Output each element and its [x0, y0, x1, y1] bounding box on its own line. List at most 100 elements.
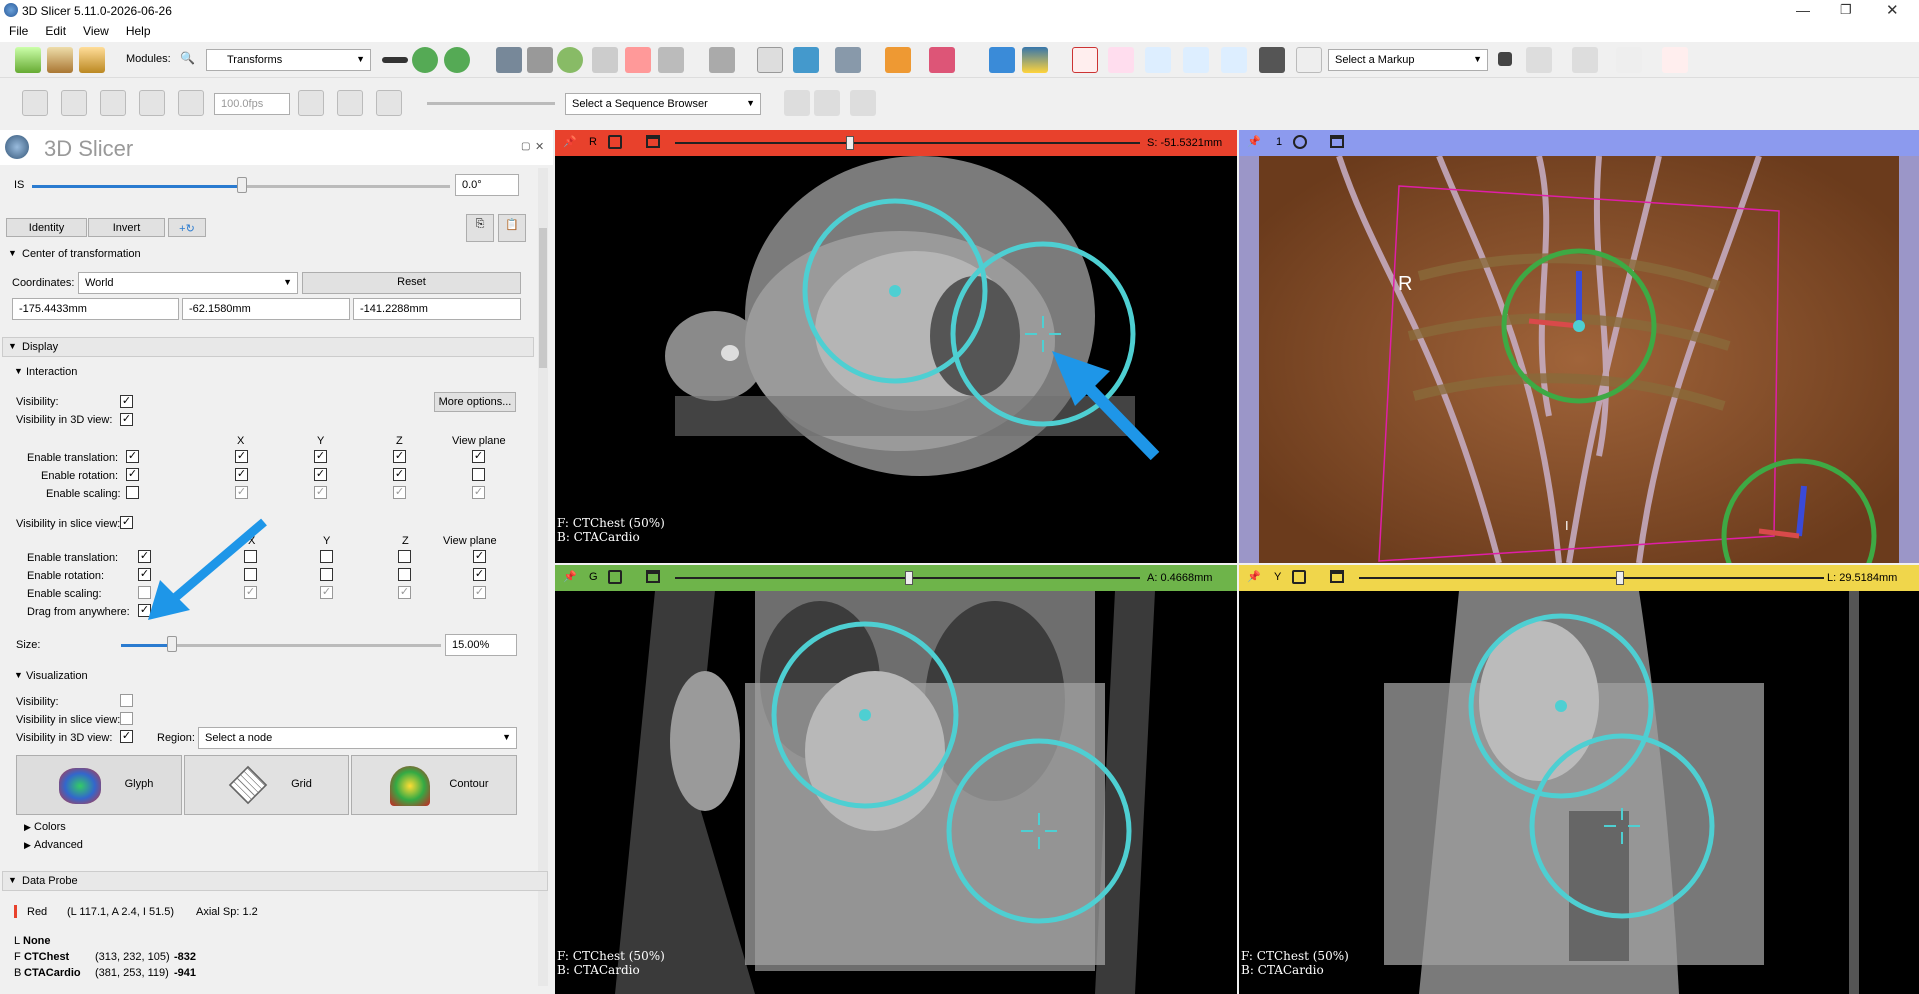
rotation-z-checkbox[interactable]: ✓	[393, 468, 406, 481]
interaction-section-title[interactable]: Interaction	[26, 366, 77, 378]
interaction-collapse-icon[interactable]: ▼	[14, 366, 23, 376]
layout-icon[interactable]	[709, 47, 735, 73]
loop-icon[interactable]	[298, 90, 324, 116]
threed-center-icon[interactable]	[1293, 135, 1307, 149]
translation-vp-checkbox[interactable]: ✓	[472, 450, 485, 463]
identity-button[interactable]: Identity	[6, 218, 87, 237]
split-transform-button[interactable]: +↻	[168, 218, 206, 237]
viz-vis-slice-checkbox[interactable]	[120, 712, 133, 725]
is-slider-handle[interactable]	[237, 177, 247, 193]
stop-place-icon[interactable]	[1498, 52, 1512, 66]
scaling-checkbox[interactable]	[126, 486, 139, 499]
scaling-y-checkbox[interactable]: ✓	[314, 486, 327, 499]
vis3d-checkbox[interactable]: ✓	[120, 413, 133, 426]
coordinates-selector[interactable]: World ▼	[78, 272, 298, 294]
display-collapse-icon[interactable]: ▼	[8, 341, 17, 351]
slice-scaling-y-checkbox[interactable]: ✓	[320, 586, 333, 599]
size-spinbox[interactable]: 15.00%	[445, 634, 517, 656]
models-module-icon[interactable]	[557, 47, 583, 73]
menu-file[interactable]: File	[0, 22, 36, 38]
visibility-checkbox[interactable]: ✓	[120, 395, 133, 408]
threed-pin-icon[interactable]: 📌	[1247, 135, 1261, 148]
dicom-icon[interactable]	[47, 47, 73, 73]
point-list-icon[interactable]	[1072, 47, 1098, 73]
line-markup-icon[interactable]	[1108, 47, 1134, 73]
scaling-x-checkbox[interactable]: ✓	[235, 486, 248, 499]
slice-translation-z-checkbox[interactable]	[398, 550, 411, 563]
red-offset-slider[interactable]	[675, 142, 1140, 144]
forward-icon[interactable]	[444, 47, 470, 73]
colors-section-title[interactable]: Colors	[34, 821, 66, 833]
scaling-z-checkbox[interactable]: ✓	[393, 486, 406, 499]
center-section-title[interactable]: Center of transformation	[22, 248, 141, 260]
red-maximize-icon[interactable]	[646, 135, 660, 148]
volumes-module-icon[interactable]	[527, 47, 553, 73]
region-selector[interactable]: Select a node ▼	[198, 727, 517, 749]
crosshair-link-icon[interactable]	[835, 47, 861, 73]
paste-icon[interactable]: 📋	[498, 214, 526, 242]
red-slider-handle[interactable]	[846, 136, 854, 150]
center-y-field[interactable]: -62.1580mm	[182, 298, 350, 320]
closed-curve-icon[interactable]	[1221, 47, 1247, 73]
size-slider-handle[interactable]	[167, 636, 177, 652]
contour-button[interactable]: Contour	[351, 755, 517, 815]
green-slider-handle[interactable]	[905, 571, 913, 585]
menu-help[interactable]: Help	[117, 22, 159, 38]
crosshair-icon[interactable]	[885, 47, 911, 73]
data-probe-title[interactable]: Data Probe	[22, 875, 78, 887]
menu-view[interactable]: View	[74, 22, 117, 38]
center-z-field[interactable]: -141.2288mm	[353, 298, 521, 320]
slice-rotation-y-checkbox[interactable]	[320, 568, 333, 581]
slice-scaling-vp-checkbox[interactable]: ✓	[473, 586, 486, 599]
panel-scrollbar[interactable]	[538, 168, 548, 986]
copy-icon[interactable]: ⎘	[466, 214, 494, 242]
threed-maximize-icon[interactable]	[1330, 135, 1344, 148]
view-options-icon[interactable]	[929, 47, 955, 73]
red-pin-icon[interactable]: 📌	[563, 135, 577, 148]
more-icon[interactable]	[1616, 47, 1642, 73]
extensions-icon[interactable]	[989, 47, 1015, 73]
window-level-icon[interactable]	[793, 47, 819, 73]
data-module-icon[interactable]	[496, 47, 522, 73]
is-slider-track[interactable]	[242, 185, 450, 188]
angle-markup-icon[interactable]	[1145, 47, 1171, 73]
more-options-button[interactable]: More options...	[434, 392, 516, 412]
scaling-vp-checkbox[interactable]: ✓	[472, 486, 485, 499]
green-pin-icon[interactable]: 📌	[563, 570, 577, 583]
glyph-button[interactable]: Glyph	[16, 755, 182, 815]
fps-spinbox[interactable]: 100.0fps	[214, 93, 290, 115]
back-icon[interactable]	[412, 47, 438, 73]
yellow-link-icon[interactable]	[1292, 570, 1306, 584]
place-persistent-icon[interactable]	[1526, 47, 1552, 73]
plane-markup-icon[interactable]	[1259, 47, 1285, 73]
module-search-icon[interactable]: 🔍	[180, 51, 195, 65]
viz-vis3d-checkbox[interactable]: ✓	[120, 730, 133, 743]
snapshot-icon[interactable]	[376, 90, 402, 116]
size-slider-track[interactable]	[173, 644, 441, 647]
module-selector[interactable]: Transforms ▼	[206, 49, 371, 71]
red-link-icon[interactable]	[608, 135, 622, 149]
colors-expand-icon[interactable]: ▶	[24, 822, 31, 833]
close-icon[interactable]: ✕	[1886, 1, 1899, 19]
display-header[interactable]	[2, 337, 534, 357]
sequence-slider[interactable]	[427, 102, 555, 105]
rotation-vp-checkbox[interactable]	[472, 468, 485, 481]
screenshot-icon[interactable]	[784, 90, 810, 116]
delete-markup-icon[interactable]	[1572, 47, 1598, 73]
previous-frame-icon[interactable]	[61, 90, 87, 116]
visualization-collapse-icon[interactable]: ▼	[14, 670, 23, 680]
data-probe-collapse-icon[interactable]: ▼	[8, 875, 17, 885]
menu-edit[interactable]: Edit	[36, 22, 74, 38]
first-frame-icon[interactable]	[22, 90, 48, 116]
last-frame-icon[interactable]	[178, 90, 204, 116]
record-icon[interactable]	[337, 90, 363, 116]
translation-checkbox[interactable]: ✓	[126, 450, 139, 463]
yellow-offset-slider[interactable]	[1359, 577, 1824, 579]
advanced-section-title[interactable]: Advanced	[34, 839, 83, 851]
slice-translation-y-checkbox[interactable]	[320, 550, 333, 563]
green-slice-view[interactable]: 📌 G A: 0.4668mm F: CTChest (50%) B: CTAC…	[555, 565, 1237, 994]
play-icon[interactable]	[100, 90, 126, 116]
rotation-checkbox[interactable]: ✓	[126, 468, 139, 481]
python-icon[interactable]	[1022, 47, 1048, 73]
translation-z-checkbox[interactable]: ✓	[393, 450, 406, 463]
